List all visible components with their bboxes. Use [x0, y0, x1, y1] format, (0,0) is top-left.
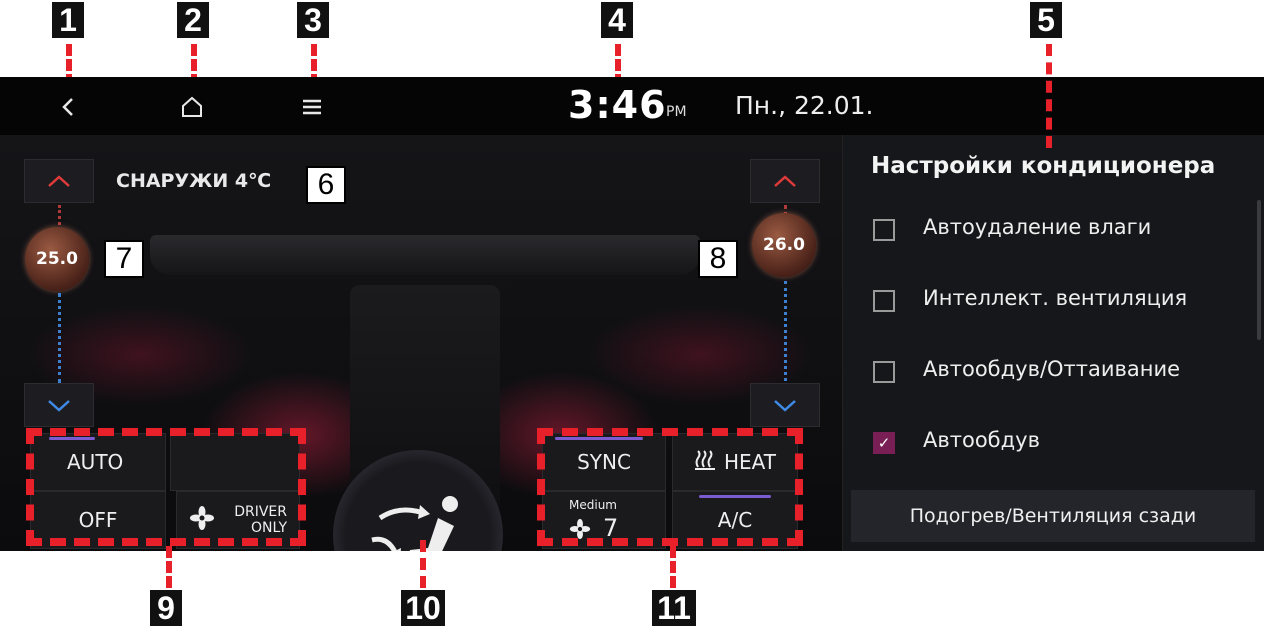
setting-label: Автообдув/Оттаивание	[923, 357, 1181, 381]
passenger-temp-up-button[interactable]	[750, 159, 820, 203]
callout-11: 11	[652, 590, 696, 626]
callout-11-leader	[670, 546, 676, 588]
checkmark-icon: ✓	[877, 434, 891, 452]
driver-temp-up-button[interactable]	[24, 159, 94, 203]
menu-icon[interactable]	[294, 89, 330, 125]
callout-5-leader	[1046, 44, 1052, 148]
callout-3: 3	[297, 2, 329, 38]
clock-time: 3:46	[568, 83, 667, 127]
driver-temp-track-bottom	[58, 293, 61, 383]
back-chevron-icon[interactable]	[50, 89, 86, 125]
passenger-temp-track-bottom	[784, 281, 787, 381]
callout-6: 6	[306, 166, 346, 204]
setting-label: Автоудаление влаги	[923, 215, 1152, 239]
outside-temperature: СНАРУЖИ 4℃	[116, 170, 272, 192]
callout-7: 7	[104, 240, 144, 278]
ac-settings-title: Настройки кондиционера	[871, 153, 1216, 179]
date-display: Пн., 22.01.	[735, 91, 874, 120]
callout-10: 10	[401, 590, 445, 626]
clock-ampm: PM	[666, 104, 687, 120]
checkbox-auto-blow[interactable]: ✓	[873, 432, 895, 454]
home-icon[interactable]	[174, 89, 210, 125]
rear-heat-vent-button[interactable]: Подогрев/Вентиляция сзади	[851, 490, 1255, 542]
setting-smart-ventilation[interactable]: Интеллект. вентиляция	[843, 270, 1264, 334]
callout-10-leader	[420, 540, 426, 588]
ac-settings-panel: Настройки кондиционера Автоудаление влаг…	[842, 135, 1264, 551]
callout-9: 9	[150, 590, 182, 626]
callout-9-highlight	[26, 428, 306, 546]
setting-auto-blow[interactable]: ✓ Автообдув	[843, 412, 1264, 476]
checkbox-auto-defrost[interactable]	[873, 361, 895, 383]
setting-label: Автообдув	[923, 428, 1040, 452]
setting-auto-dehumidify[interactable]: Автоудаление влаги	[843, 199, 1264, 263]
setting-auto-defrost[interactable]: Автообдув/Оттаивание	[843, 341, 1264, 405]
callout-4: 4	[601, 2, 633, 38]
checkbox-auto-dehumidify[interactable]	[873, 219, 895, 241]
driver-temp-track-top	[58, 205, 61, 225]
dashboard-graphic	[150, 235, 700, 275]
driver-temp-display[interactable]: 25.0	[25, 227, 89, 291]
airflow-seat-icon	[358, 488, 478, 551]
callout-2: 2	[177, 2, 209, 38]
setting-label: Интеллект. вентиляция	[923, 286, 1188, 310]
callout-9-leader	[166, 546, 172, 588]
callout-1: 1	[52, 2, 84, 38]
driver-temp-down-button[interactable]	[24, 383, 94, 427]
callout-5: 5	[1030, 2, 1062, 38]
callout-11-highlight	[537, 428, 803, 546]
checkbox-smart-ventilation[interactable]	[873, 290, 895, 312]
passenger-temp-down-button[interactable]	[750, 383, 820, 427]
top-bar: 3:46 PM Пн., 22.01.	[0, 77, 1264, 135]
callout-8: 8	[698, 240, 738, 278]
passenger-temp-display[interactable]: 26.0	[752, 213, 816, 277]
